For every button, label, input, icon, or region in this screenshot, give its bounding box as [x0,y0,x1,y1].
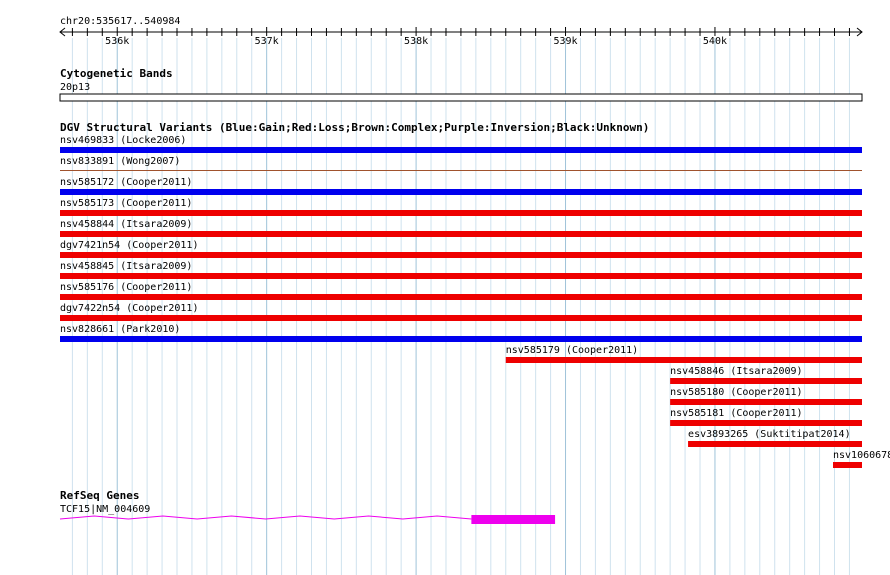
dgv-feature-label: nsv458846 (Itsara2009) [670,366,802,377]
dgv-feature-label: nsv585176 (Cooper2011) [60,282,192,293]
dgv-feature-bar[interactable] [670,420,862,426]
dgv-feature-label: dgv7422n54 (Cooper2011) [60,303,198,314]
dgv-feature[interactable]: nsv458846 (Itsara2009) [670,366,862,384]
dgv-feature-label: esv3893265 (Suktitipat2014) [688,429,851,440]
genome-browser-view[interactable]: chr20:535617..540984 536k 537k 538k 539k 540… [0,0,890,575]
ruler-tick-label: 538k [404,36,428,47]
dgv-feature[interactable]: nsv585181 (Cooper2011) [670,408,862,426]
dgv-feature-label: nsv585172 (Cooper2011) [60,177,192,188]
dgv-feature-bar[interactable] [60,315,862,321]
dgv-feature-bar[interactable] [670,378,862,384]
dgv-feature-bar[interactable] [60,147,862,153]
dgv-feature-label: nsv585181 (Cooper2011) [670,408,802,419]
dgv-feature-label: nsv828661 (Park2010) [60,324,180,335]
dgv-feature[interactable]: nsv585180 (Cooper2011) [670,387,862,405]
dgv-feature[interactable]: nsv585179 (Cooper2011) [505,345,862,363]
cytoband-track-title: Cytogenetic Bands [60,67,173,80]
dgv-feature-label: nsv1060678 [833,450,890,461]
dgv-feature-bar[interactable] [60,273,862,279]
dgv-feature-bar[interactable] [60,231,862,237]
dgv-feature-bar[interactable] [505,357,862,363]
dgv-feature-bar[interactable] [60,336,862,342]
location-label: chr20:535617..540984 [60,16,180,27]
ruler-tick-label: 540k [703,36,727,47]
dgv-feature-bar[interactable] [833,462,862,468]
gene-intron-line[interactable] [59,515,472,520]
gene-label: TCF15|NM_004609 [60,504,150,515]
refseq-track[interactable]: RefSeq Genes TCF15|NM_004609 [59,489,556,524]
dgv-feature-bar[interactable] [688,441,862,447]
dgv-feature-bar[interactable] [670,399,862,405]
ruler-tick-label: 537k [255,36,279,47]
dgv-feature-label: nsv833891 (Wong2007) [60,156,180,167]
refseq-track-title: RefSeq Genes [60,489,139,502]
dgv-feature-bar[interactable] [60,210,862,216]
dgv-feature-bar[interactable] [60,252,862,258]
dgv-feature-label: nsv469833 (Locke2006) [60,135,186,146]
dgv-features[interactable]: nsv469833 (Locke2006) nsv833891 (Wong2007… [60,135,890,468]
dgv-feature-label: nsv585173 (Cooper2011) [60,198,192,209]
cytoband-label: 20p13 [60,82,90,93]
ruler-tick-label: 539k [553,36,577,47]
dgv-feature-label: dgv7421n54 (Cooper2011) [60,240,198,251]
dgv-feature-bar[interactable] [60,189,862,195]
ruler-tick-label: 536k [105,36,129,47]
dgv-feature-label: nsv458845 (Itsara2009) [60,261,192,272]
dgv-feature-bar[interactable] [60,294,862,300]
cytoband-bar[interactable] [59,93,863,102]
dgv-track-title: DGV Structural Variants (Blue:Gain;Red:L… [60,121,649,134]
dgv-feature[interactable]: nsv1060678 [833,450,890,468]
gene-exon[interactable] [471,515,556,524]
dgv-feature-label: nsv585180 (Cooper2011) [670,387,802,398]
dgv-feature-label: nsv585179 (Cooper2011) [506,345,638,356]
dgv-feature-bar[interactable] [60,170,862,171]
dgv-track[interactable]: DGV Structural Variants (Blue:Gain;Red:L… [60,121,890,468]
dgv-feature-label: nsv458844 (Itsara2009) [60,219,192,230]
dgv-feature[interactable]: esv3893265 (Suktitipat2014) [688,429,862,447]
